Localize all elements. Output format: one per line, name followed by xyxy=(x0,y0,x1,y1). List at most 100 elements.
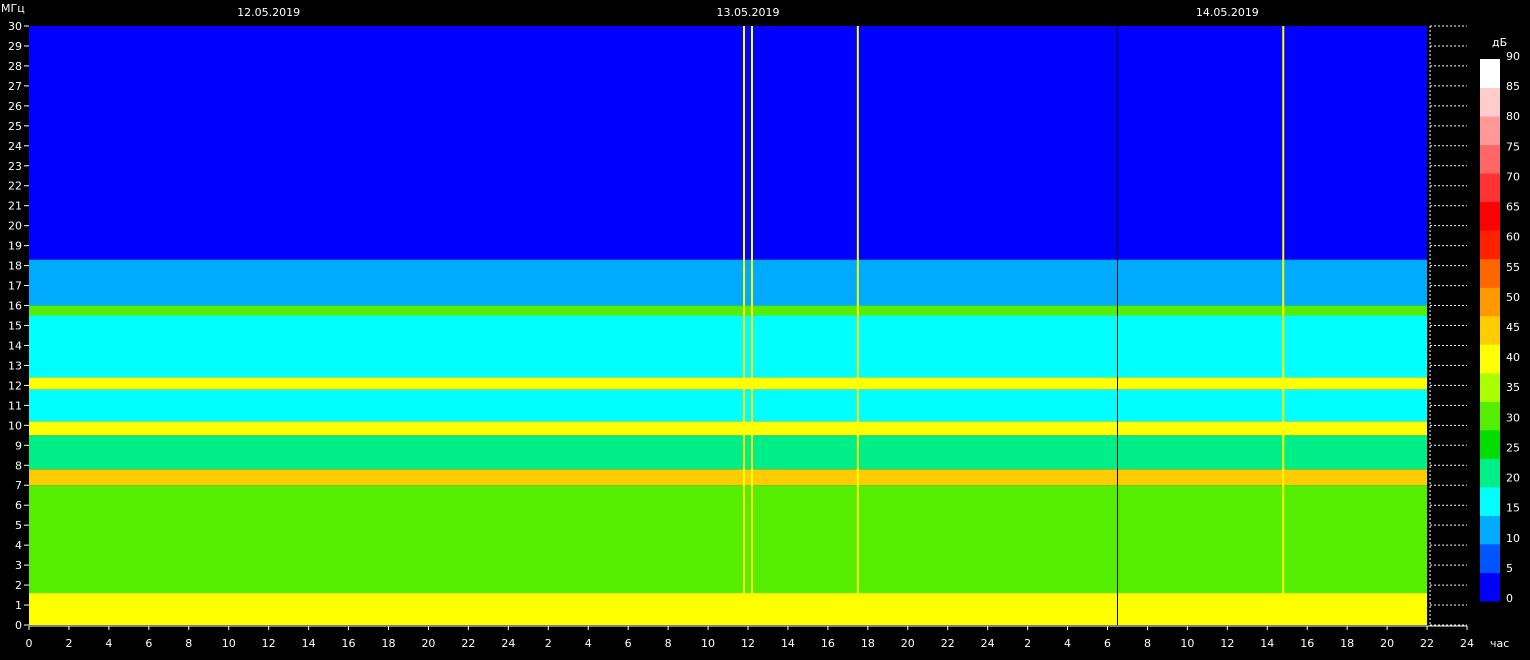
colorbar-tick-label: 50 xyxy=(1506,291,1520,304)
y-tick-label: 12 xyxy=(8,379,22,392)
colorbar-tick-label: 65 xyxy=(1506,201,1520,214)
y-tick-label: 25 xyxy=(8,120,22,133)
colorbar-segment xyxy=(1480,315,1500,345)
y-axis-unit: МГц xyxy=(1,2,25,15)
colorbar-segment xyxy=(1480,572,1500,602)
colorbar-tick-label: 10 xyxy=(1506,532,1520,545)
date-label: 12.05.2019 xyxy=(237,6,300,19)
y-tick-label: 7 xyxy=(15,479,22,492)
colorbar-tick-label: 15 xyxy=(1506,502,1520,515)
colorbar-tick-label: 30 xyxy=(1506,411,1520,424)
x-tick-label: 2 xyxy=(545,637,552,650)
colorbar: дБ 0 5 10 15 20 25 30 35 40 45 50 55 60 65 70 75 80 85 90 xyxy=(1480,36,1520,605)
colorbar-segment xyxy=(1480,116,1500,146)
colorbar-segment xyxy=(1480,201,1500,231)
y-tick-label: 14 xyxy=(8,339,22,352)
colorbar-segment xyxy=(1480,258,1500,288)
x-tick-label: 20 xyxy=(1380,637,1394,650)
y-tick-label: 29 xyxy=(8,40,22,53)
y-tick-label: 30 xyxy=(8,20,22,33)
x-tick-label: 8 xyxy=(1144,637,1151,650)
colorbar-tick-label: 80 xyxy=(1506,110,1520,123)
x-tick-label: 6 xyxy=(625,637,632,650)
y-tick-label: 24 xyxy=(8,140,22,153)
spectrum-band xyxy=(29,435,1428,470)
colorbar-segment xyxy=(1480,458,1500,488)
x-tick-label: 10 xyxy=(701,637,715,650)
colorbar-tick-label: 90 xyxy=(1506,50,1520,63)
colorbar-segment xyxy=(1480,429,1500,459)
colorbar-tick-label: 20 xyxy=(1506,472,1520,485)
spectrum-band xyxy=(29,469,1428,486)
colorbar-tick-label: 60 xyxy=(1506,231,1520,244)
y-tick-label: 15 xyxy=(8,320,22,333)
y-tick-label: 16 xyxy=(8,300,22,313)
y-tick-label: 8 xyxy=(15,459,22,472)
colorbar-segment xyxy=(1480,144,1500,174)
x-tick-label: 16 xyxy=(1300,637,1314,650)
date-label: 14.05.2019 xyxy=(1196,6,1259,19)
y-tick-label: 23 xyxy=(8,160,22,173)
colorbar-tick-label: 5 xyxy=(1506,562,1513,575)
x-axis-unit: час xyxy=(1490,637,1509,650)
x-tick-label: 6 xyxy=(1104,637,1111,650)
x-tick-label: 14 xyxy=(781,637,795,650)
colorbar-tick-label: 75 xyxy=(1506,140,1520,153)
spectrum-band xyxy=(29,259,1428,306)
x-tick-label: 10 xyxy=(1180,637,1194,650)
colorbar-tick-label: 25 xyxy=(1506,441,1520,454)
colorbar-tick-label: 70 xyxy=(1506,170,1520,183)
y-tick-label: 13 xyxy=(8,359,22,372)
x-tick-label: 10 xyxy=(222,637,236,650)
y-tick-label: 9 xyxy=(15,439,22,452)
spectrum-band xyxy=(29,485,1428,594)
x-tick-label: 6 xyxy=(145,637,152,650)
y-tick-label: 2 xyxy=(15,579,22,592)
colorbar-segment xyxy=(1480,515,1500,545)
x-tick-label: 22 xyxy=(461,637,475,650)
x-tick-label: 12 xyxy=(262,637,276,650)
y-tick-label: 19 xyxy=(8,240,22,253)
x-tick-label: 4 xyxy=(1064,637,1071,650)
x-tick-label: 24 xyxy=(1460,637,1474,650)
spectrum-band xyxy=(29,26,1428,260)
x-tick-label: 0 xyxy=(26,637,33,650)
spectrum-band xyxy=(29,421,1428,436)
spectrum-band xyxy=(29,305,1428,316)
y-tick-label: 0 xyxy=(15,619,22,632)
colorbar-tick-label: 45 xyxy=(1506,321,1520,334)
y-tick-label: 26 xyxy=(8,100,22,113)
plot-area xyxy=(29,26,1428,625)
spectrum-band xyxy=(29,315,1428,378)
x-tick-label: 12 xyxy=(1220,637,1234,650)
y-tick-label: 1 xyxy=(15,599,22,612)
y-tick-label: 20 xyxy=(8,220,22,233)
x-tick-label: 16 xyxy=(342,637,356,650)
colorbar-segment xyxy=(1480,372,1500,402)
y-tick-label: 11 xyxy=(8,399,22,412)
x-tick-label: 24 xyxy=(501,637,515,650)
x-tick-label: 16 xyxy=(821,637,835,650)
spectrogram-chart: МГц0123456789101112131415161718192021222… xyxy=(1,2,1520,650)
x-tick-label: 18 xyxy=(861,637,875,650)
y-tick-label: 18 xyxy=(8,260,22,273)
colorbar-segment xyxy=(1480,87,1500,117)
colorbar-segment xyxy=(1480,401,1500,431)
colorbar-segment xyxy=(1480,59,1500,89)
y-tick-label: 6 xyxy=(15,499,22,512)
spectrum-band xyxy=(29,389,1428,422)
spectrum-band xyxy=(29,377,1428,390)
spectrum-band xyxy=(29,593,1428,625)
x-tick-label: 4 xyxy=(105,637,112,650)
x-tick-label: 14 xyxy=(302,637,316,650)
colorbar-segment xyxy=(1480,230,1500,260)
y-tick-label: 4 xyxy=(15,539,22,552)
y-tick-label: 21 xyxy=(8,200,22,213)
colorbar-segment xyxy=(1480,543,1500,573)
colorbar-tick-label: 0 xyxy=(1506,592,1513,605)
x-tick-label: 14 xyxy=(1260,637,1274,650)
colorbar-segment xyxy=(1480,287,1500,317)
x-tick-label: 18 xyxy=(382,637,396,650)
colorbar-tick-label: 55 xyxy=(1506,261,1520,274)
colorbar-tick-label: 35 xyxy=(1506,381,1520,394)
